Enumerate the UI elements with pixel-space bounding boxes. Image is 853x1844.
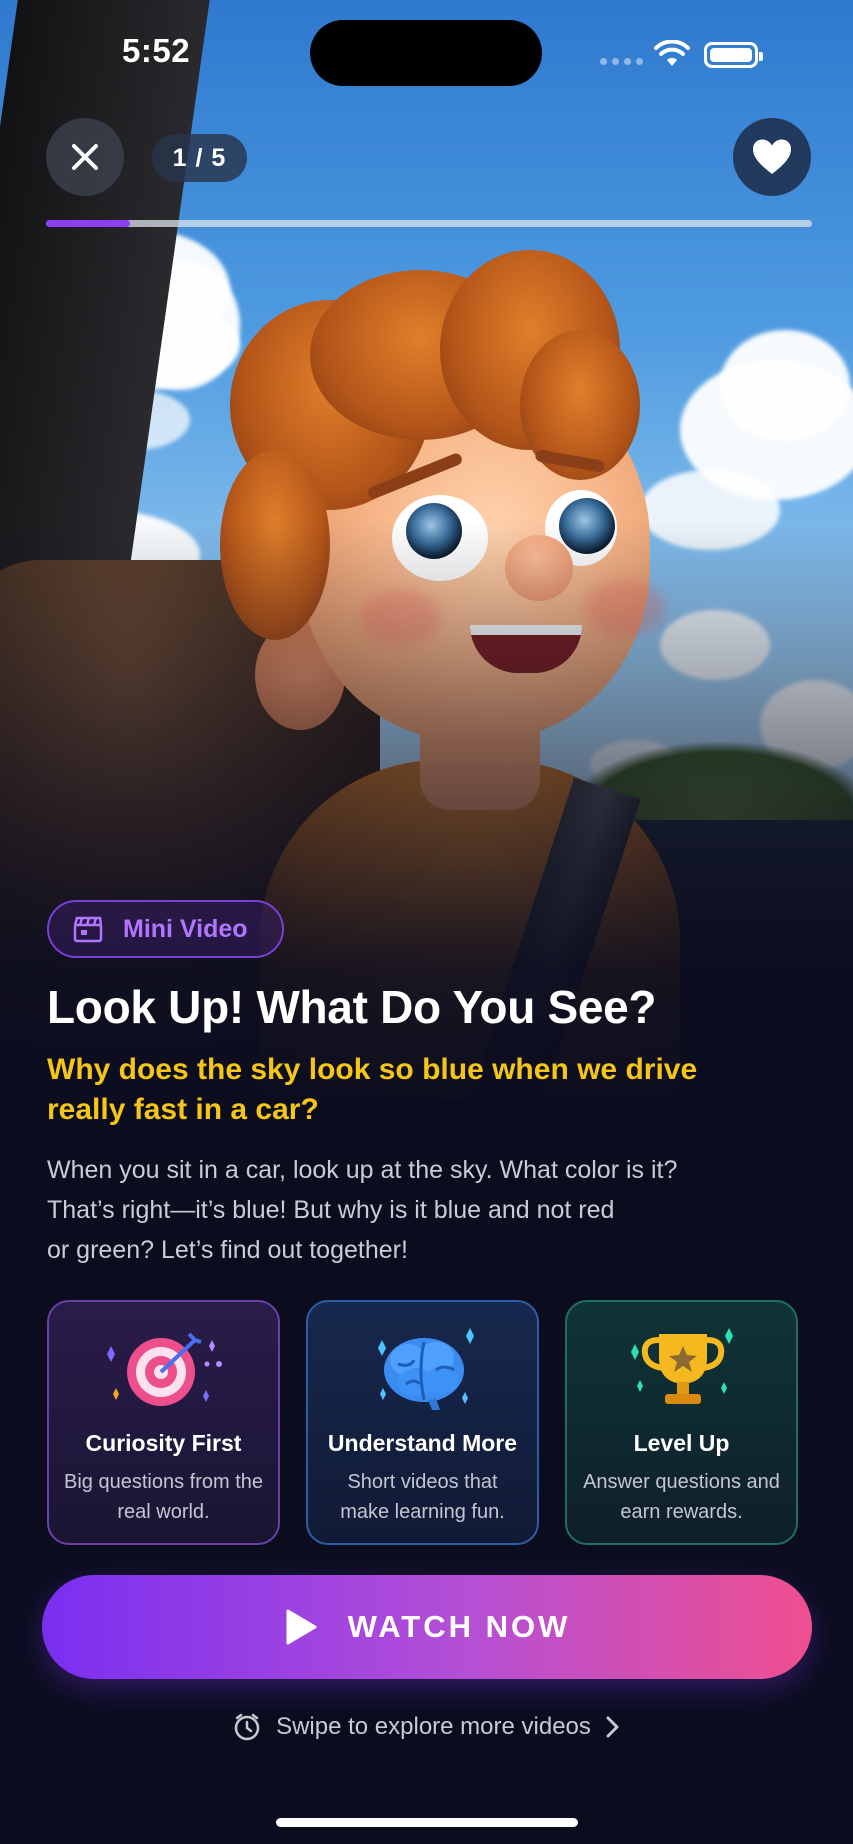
description: When you sit in a car, look up at the sk… — [47, 1150, 787, 1270]
status-time: 5:52 — [122, 32, 191, 69]
card-text: Answer questions and earn rewards. — [583, 1471, 780, 1523]
heart-icon — [753, 139, 791, 174]
video-progress-fill — [46, 220, 131, 227]
swipe-hint-text: Swipe to explore more videos — [276, 1713, 591, 1740]
favorite-button[interactable] — [733, 118, 811, 196]
page-title: Look Up! What Do You See? — [47, 981, 657, 1033]
feature-cards: Curiosity First Big questions from the r… — [47, 1300, 798, 1545]
wifi-icon — [654, 40, 690, 66]
feature-card-level-up: Level Up Answer questions and earn rewar… — [565, 1300, 798, 1545]
play-icon — [286, 1609, 317, 1645]
card-title: Curiosity First — [85, 1430, 242, 1456]
feature-card-curiosity: Curiosity First Big questions from the r… — [47, 1300, 280, 1545]
watch-now-button[interactable]: WATCH NOW — [42, 1575, 812, 1679]
badge-label: Mini Video — [123, 914, 248, 943]
video-counter: 1 / 5 — [152, 134, 247, 182]
feature-card-understand: Understand More Short videos that make l… — [306, 1300, 539, 1545]
description-line: That’s right—it’s blue! But why is it bl… — [47, 1196, 615, 1224]
card-text: Short videos that make learning fun. — [340, 1471, 505, 1523]
mini-video-badge: Mini Video — [47, 900, 284, 958]
description-line: When you sit in a car, look up at the sk… — [47, 1156, 678, 1184]
dynamic-island — [310, 20, 542, 86]
chevron-right-icon — [606, 1716, 619, 1738]
description-line: or green? Let’s find out together! — [47, 1236, 408, 1264]
home-indicator — [276, 1818, 578, 1827]
card-text: Big questions from the real world. — [64, 1471, 263, 1523]
battery-icon — [704, 42, 763, 68]
swipe-hint[interactable]: Swipe to explore more videos — [0, 1712, 853, 1742]
close-button[interactable] — [46, 118, 124, 196]
clapperboard-icon — [73, 916, 103, 943]
brain-icon — [377, 1328, 474, 1410]
cellular-signal-icon — [600, 58, 643, 65]
subtitle-question: Why does the sky look so blue when we dr… — [47, 1053, 698, 1126]
trophy-icon — [630, 1328, 733, 1404]
card-title: Level Up — [633, 1430, 730, 1456]
target-icon — [106, 1332, 222, 1406]
timer-icon — [234, 1713, 260, 1741]
close-icon — [72, 144, 98, 170]
video-progress-bar — [46, 220, 812, 227]
watch-now-label: WATCH NOW — [347, 1609, 571, 1644]
card-title: Understand More — [327, 1430, 518, 1456]
